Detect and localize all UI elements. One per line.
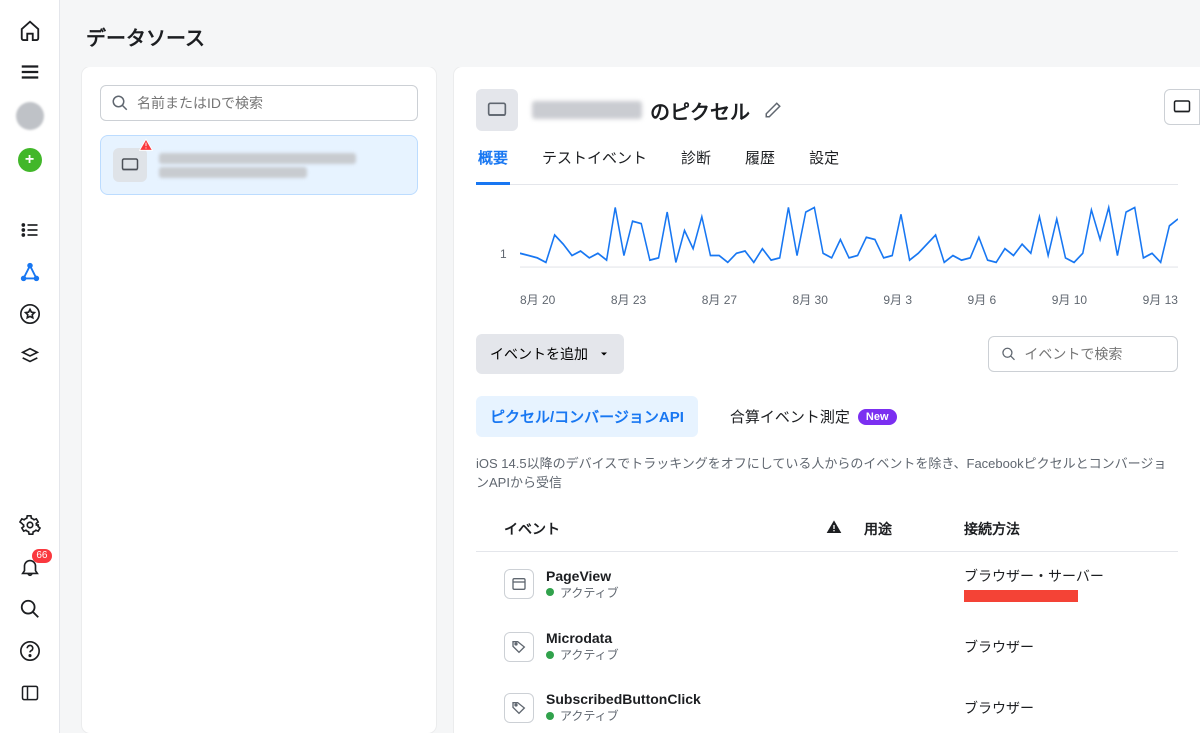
- chart-y-tick: 1: [500, 247, 507, 261]
- event-search-input[interactable]: [1024, 346, 1165, 362]
- th-connection: 接続方法: [964, 519, 1178, 539]
- page-title: データソース: [60, 0, 1200, 67]
- event-status: アクティブ: [546, 646, 619, 663]
- tab-test-events[interactable]: テストイベント: [540, 147, 649, 184]
- layout-toggle-button[interactable]: [1164, 89, 1200, 125]
- subtabs: ピクセル/コンバージョンAPI 合算イベント測定 New: [476, 396, 1200, 437]
- th-warning: [804, 519, 864, 539]
- info-text: iOS 14.5以降のデバイスでトラッキングをオフにしている人からのイベントを除…: [476, 453, 1178, 491]
- tab-history[interactable]: 履歴: [743, 147, 777, 184]
- search-icon: [1001, 345, 1016, 363]
- tab-diagnostics[interactable]: 診断: [679, 147, 713, 184]
- subtab-pixel-api[interactable]: ピクセル/コンバージョンAPI: [476, 396, 698, 437]
- th-event: イベント: [504, 519, 804, 539]
- notification-badge: 66: [32, 549, 51, 563]
- tab-settings[interactable]: 設定: [807, 147, 841, 184]
- event-search-container[interactable]: [988, 336, 1178, 372]
- event-name: PageView: [546, 568, 619, 584]
- table-row[interactable]: Microdata アクティブ ブラウザー: [476, 616, 1178, 677]
- connection-method: ブラウザー: [964, 637, 1178, 657]
- chevron-down-icon: [598, 348, 610, 360]
- table-row[interactable]: SubscribedButtonClick アクティブ ブラウザー: [476, 677, 1178, 733]
- search-input[interactable]: [137, 95, 407, 111]
- search-input-container[interactable]: [100, 85, 418, 121]
- star-icon[interactable]: [18, 302, 42, 326]
- list-icon[interactable]: [18, 218, 42, 242]
- event-name: SubscribedButtonClick: [546, 691, 701, 707]
- th-use: 用途: [864, 519, 964, 539]
- chart-x-axis: 8月 20 8月 23 8月 27 8月 30 9月 3 9月 6 9月 10 …: [520, 285, 1178, 308]
- help-icon[interactable]: [18, 639, 42, 663]
- table-row[interactable]: PageView アクティブ ブラウザー・サーバー: [476, 552, 1178, 616]
- tag-icon: [504, 632, 534, 662]
- window-icon: [504, 569, 534, 599]
- search-icon: [111, 94, 129, 112]
- integrations-icon[interactable]: [18, 344, 42, 368]
- pixel-header-icon: [476, 89, 518, 131]
- event-name: Microdata: [546, 630, 619, 646]
- add-event-button[interactable]: イベントを追加: [476, 334, 624, 374]
- data-sources-icon[interactable]: [18, 260, 42, 284]
- event-status: アクティブ: [546, 707, 701, 724]
- connection-method: ブラウザー: [964, 698, 1178, 718]
- events-chart: 1 8月 20 8月 23 8月 27 8月 30 9月 3 9月 6 9月 1…: [476, 185, 1178, 308]
- new-badge: New: [858, 409, 897, 425]
- avatar[interactable]: [16, 102, 44, 130]
- nav-rail: + 66: [0, 0, 60, 733]
- tag-icon: [504, 693, 534, 723]
- connection-method: ブラウザー・サーバー: [964, 566, 1178, 602]
- edit-icon[interactable]: [764, 101, 782, 119]
- data-source-item[interactable]: [100, 135, 418, 195]
- pixel-title: のピクセル: [532, 96, 750, 125]
- panel-icon[interactable]: [18, 681, 42, 705]
- home-icon[interactable]: [18, 18, 42, 42]
- content-panel: のピクセル 概要 テストイベント 診断 履歴 設定 1: [454, 67, 1200, 733]
- alert-icon: [139, 138, 153, 152]
- data-source-label: [159, 150, 405, 181]
- tabs: 概要 テストイベント 診断 履歴 設定: [476, 147, 1178, 185]
- add-button[interactable]: +: [18, 148, 42, 172]
- events-table: イベント 用途 接続方法 PageView アクティブ ブラウザー・サーバー: [476, 507, 1178, 733]
- pixel-icon: [113, 148, 147, 182]
- search-nav-icon[interactable]: [18, 597, 42, 621]
- notifications-icon[interactable]: 66: [18, 555, 42, 579]
- tab-overview[interactable]: 概要: [476, 147, 510, 185]
- redacted-strip: [964, 590, 1078, 602]
- data-source-sidepanel: [82, 67, 436, 733]
- subtab-aggregated[interactable]: 合算イベント測定 New: [716, 396, 911, 437]
- event-status: アクティブ: [546, 584, 619, 601]
- settings-icon[interactable]: [18, 513, 42, 537]
- menu-icon[interactable]: [18, 60, 42, 84]
